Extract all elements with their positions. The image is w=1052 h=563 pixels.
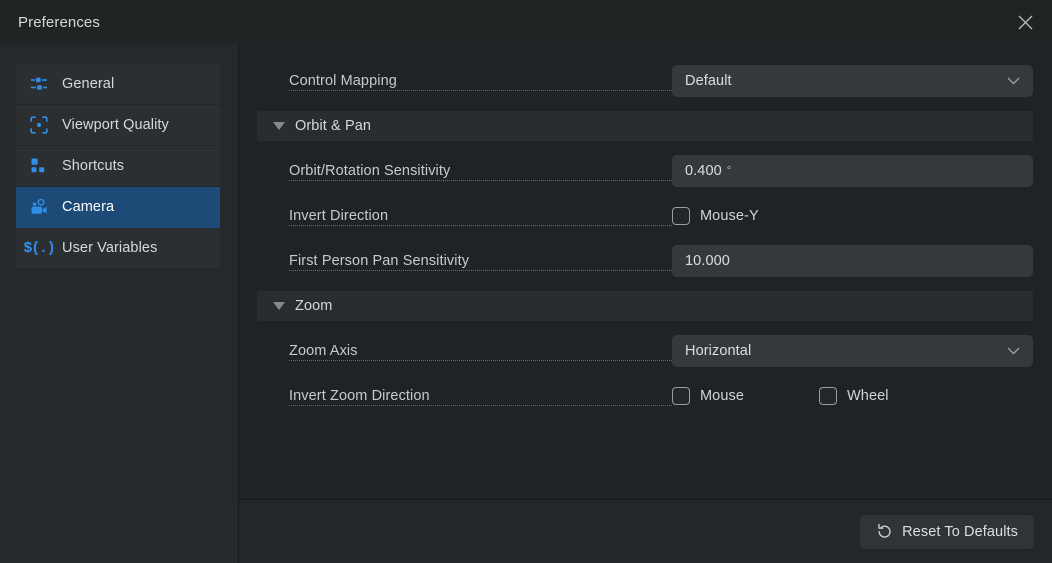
orbit-sensitivity-unit: ° xyxy=(726,165,732,177)
pan-sensitivity-input[interactable]: 10.000 xyxy=(672,245,1033,277)
checkbox-box[interactable] xyxy=(672,207,690,225)
sidebar-item-label: User Variables xyxy=(62,240,158,256)
window-title: Preferences xyxy=(18,14,100,31)
close-icon xyxy=(1018,15,1032,29)
invert-direction-label: Invert Direction xyxy=(289,208,393,224)
row-invert-direction: Invert Direction Mouse-Y xyxy=(239,194,1052,238)
pan-sensitivity-value: 10.000 xyxy=(685,253,730,269)
row-zoom-axis: Zoom Axis Horizontal xyxy=(239,329,1052,373)
invert-zoom-label: Invert Zoom Direction xyxy=(289,388,434,404)
camera-icon xyxy=(28,197,50,217)
checkbox-box[interactable] xyxy=(819,387,837,405)
sidebar-item-general[interactable]: General xyxy=(16,64,220,105)
reset-to-defaults-button[interactable]: Reset To Defaults xyxy=(860,514,1034,549)
checkbox-box[interactable] xyxy=(672,387,690,405)
orbit-sensitivity-input[interactable]: 0.400 ° xyxy=(672,155,1033,187)
leader-dots xyxy=(289,90,672,91)
checkbox-label: Mouse xyxy=(700,388,745,404)
sidebar-item-shortcuts[interactable]: Shortcuts xyxy=(16,146,220,187)
row-control-mapping: Control Mapping Default xyxy=(239,59,1052,103)
sidebar: General Viewport Quality Shortcuts Camer… xyxy=(0,45,239,563)
pan-sensitivity-label: First Person Pan Sensitivity xyxy=(289,253,474,269)
zoom-axis-value: Horizontal xyxy=(685,343,752,359)
row-invert-zoom-direction: Invert Zoom Direction Mouse Wheel xyxy=(239,374,1052,418)
grid-icon xyxy=(28,156,50,176)
section-orbit-pan[interactable]: Orbit & Pan xyxy=(257,111,1033,141)
chevron-down-icon xyxy=(273,122,285,130)
row-pan-sensitivity: First Person Pan Sensitivity 10.000 xyxy=(239,239,1052,283)
control-mapping-label: Control Mapping xyxy=(289,73,401,89)
leader-dots xyxy=(289,360,672,361)
window-body: General Viewport Quality Shortcuts Camer… xyxy=(0,45,1052,563)
leader-dots xyxy=(289,180,672,181)
control-mapping-value: Default xyxy=(685,73,732,89)
viewport-icon xyxy=(28,115,50,135)
sidebar-item-label: Viewport Quality xyxy=(62,117,169,133)
section-zoom-title: Zoom xyxy=(295,298,333,314)
leader-dots xyxy=(289,270,672,271)
leader-dots xyxy=(289,225,672,226)
checkbox-label: Mouse-Y xyxy=(700,208,759,224)
checkbox-mouse-y[interactable]: Mouse-Y xyxy=(672,207,759,225)
row-orbit-sensitivity: Orbit/Rotation Sensitivity 0.400 ° xyxy=(239,149,1052,193)
reset-to-defaults-label: Reset To Defaults xyxy=(902,523,1018,540)
orbit-sensitivity-value: 0.400 xyxy=(685,163,722,179)
sidebar-item-label: Shortcuts xyxy=(62,158,125,174)
zoom-axis-label: Zoom Axis xyxy=(289,343,362,359)
content-panel: Control Mapping Default Orbit & Pan Orbi… xyxy=(239,45,1052,563)
zoom-axis-dropdown[interactable]: Horizontal xyxy=(672,335,1033,367)
section-zoom[interactable]: Zoom xyxy=(257,291,1033,321)
title-bar: Preferences xyxy=(0,0,1052,45)
close-button[interactable] xyxy=(1008,6,1042,38)
footer-bar: Reset To Defaults xyxy=(239,499,1052,563)
chevron-down-icon xyxy=(273,302,285,310)
sidebar-item-label: General xyxy=(62,76,115,92)
chevron-down-icon xyxy=(1007,77,1020,85)
checkbox-label: Wheel xyxy=(847,388,889,404)
variable-icon: $(.) xyxy=(23,238,55,258)
sidebar-item-camera[interactable]: Camera xyxy=(16,187,220,228)
sidebar-item-user-variables[interactable]: $(.) User Variables xyxy=(16,228,220,269)
preferences-window: Preferences General Viewport Quality Sho… xyxy=(0,0,1052,563)
checkbox-mouse[interactable]: Mouse xyxy=(672,387,744,405)
leader-dots xyxy=(289,405,672,406)
chevron-down-icon xyxy=(1007,347,1020,355)
settings-list: Control Mapping Default Orbit & Pan Orbi… xyxy=(239,45,1052,499)
control-mapping-dropdown[interactable]: Default xyxy=(672,65,1033,97)
variable-glyph: $(.) xyxy=(23,239,55,257)
orbit-sensitivity-label: Orbit/Rotation Sensitivity xyxy=(289,163,455,179)
undo-arrow-icon xyxy=(876,523,893,540)
section-orbit-pan-title: Orbit & Pan xyxy=(295,118,372,134)
checkbox-wheel[interactable]: Wheel xyxy=(819,387,889,405)
sidebar-item-viewport-quality[interactable]: Viewport Quality xyxy=(16,105,220,146)
sidebar-item-label: Camera xyxy=(62,199,115,215)
sliders-icon xyxy=(28,74,50,94)
